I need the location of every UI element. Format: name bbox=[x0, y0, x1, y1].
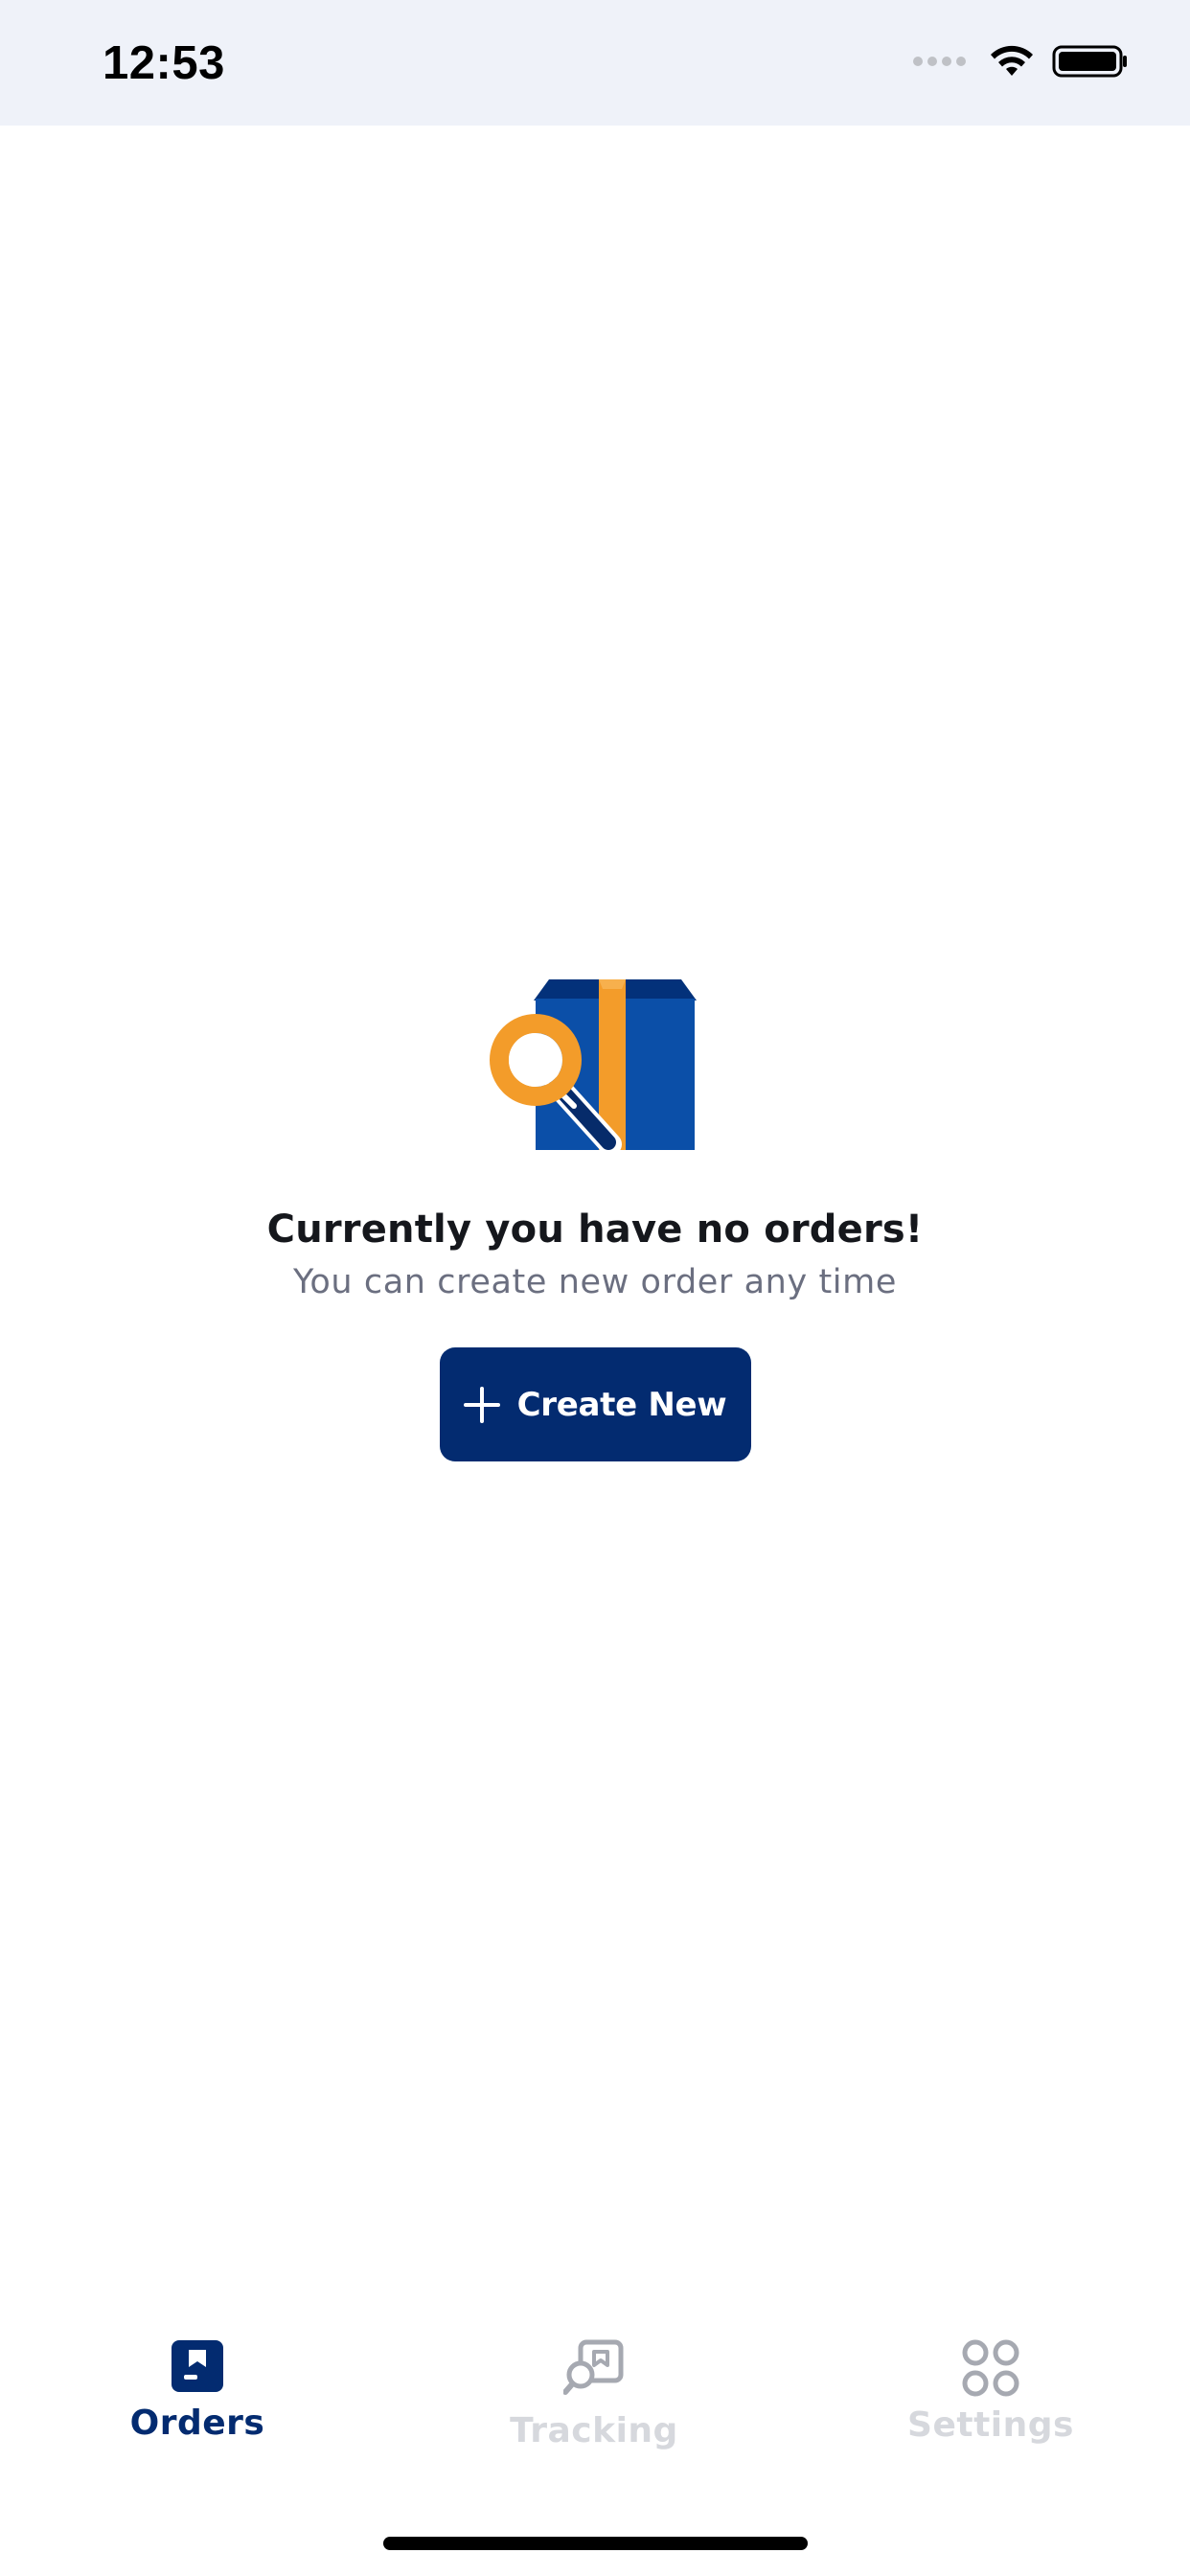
settings-icon bbox=[962, 2339, 1019, 2397]
home-indicator bbox=[383, 2537, 808, 2550]
status-time: 12:53 bbox=[103, 37, 225, 89]
cellular-signal-icon bbox=[913, 57, 966, 66]
tab-tracking-label: Tracking bbox=[510, 2411, 678, 2450]
package-search-icon bbox=[490, 979, 697, 1156]
empty-state-title: Currently you have no orders! bbox=[266, 1208, 924, 1252]
empty-state-subtitle: You can create new order any time bbox=[293, 1263, 897, 1301]
status-icons bbox=[913, 42, 1129, 80]
tracking-icon bbox=[563, 2339, 624, 2395]
wifi-icon bbox=[991, 45, 1033, 76]
tab-tracking[interactable]: Tracking bbox=[450, 2338, 738, 2450]
plus-icon bbox=[463, 1386, 500, 1423]
tab-settings[interactable]: Settings bbox=[847, 2338, 1134, 2445]
orders-screen: 12:53 Currently you have no orders! You … bbox=[0, 0, 1190, 2576]
status-bar: 12:53 bbox=[0, 0, 1190, 126]
tab-orders[interactable]: Orders bbox=[54, 2338, 341, 2443]
tab-orders-label: Orders bbox=[129, 2404, 265, 2443]
empty-state: Currently you have no orders! You can cr… bbox=[0, 968, 1190, 1461]
battery-icon bbox=[1052, 45, 1127, 78]
tab-settings-label: Settings bbox=[907, 2405, 1074, 2445]
orders-icon bbox=[172, 2340, 223, 2392]
create-new-label: Create New bbox=[516, 1385, 727, 1424]
create-new-button[interactable]: Create New bbox=[439, 1347, 751, 1461]
